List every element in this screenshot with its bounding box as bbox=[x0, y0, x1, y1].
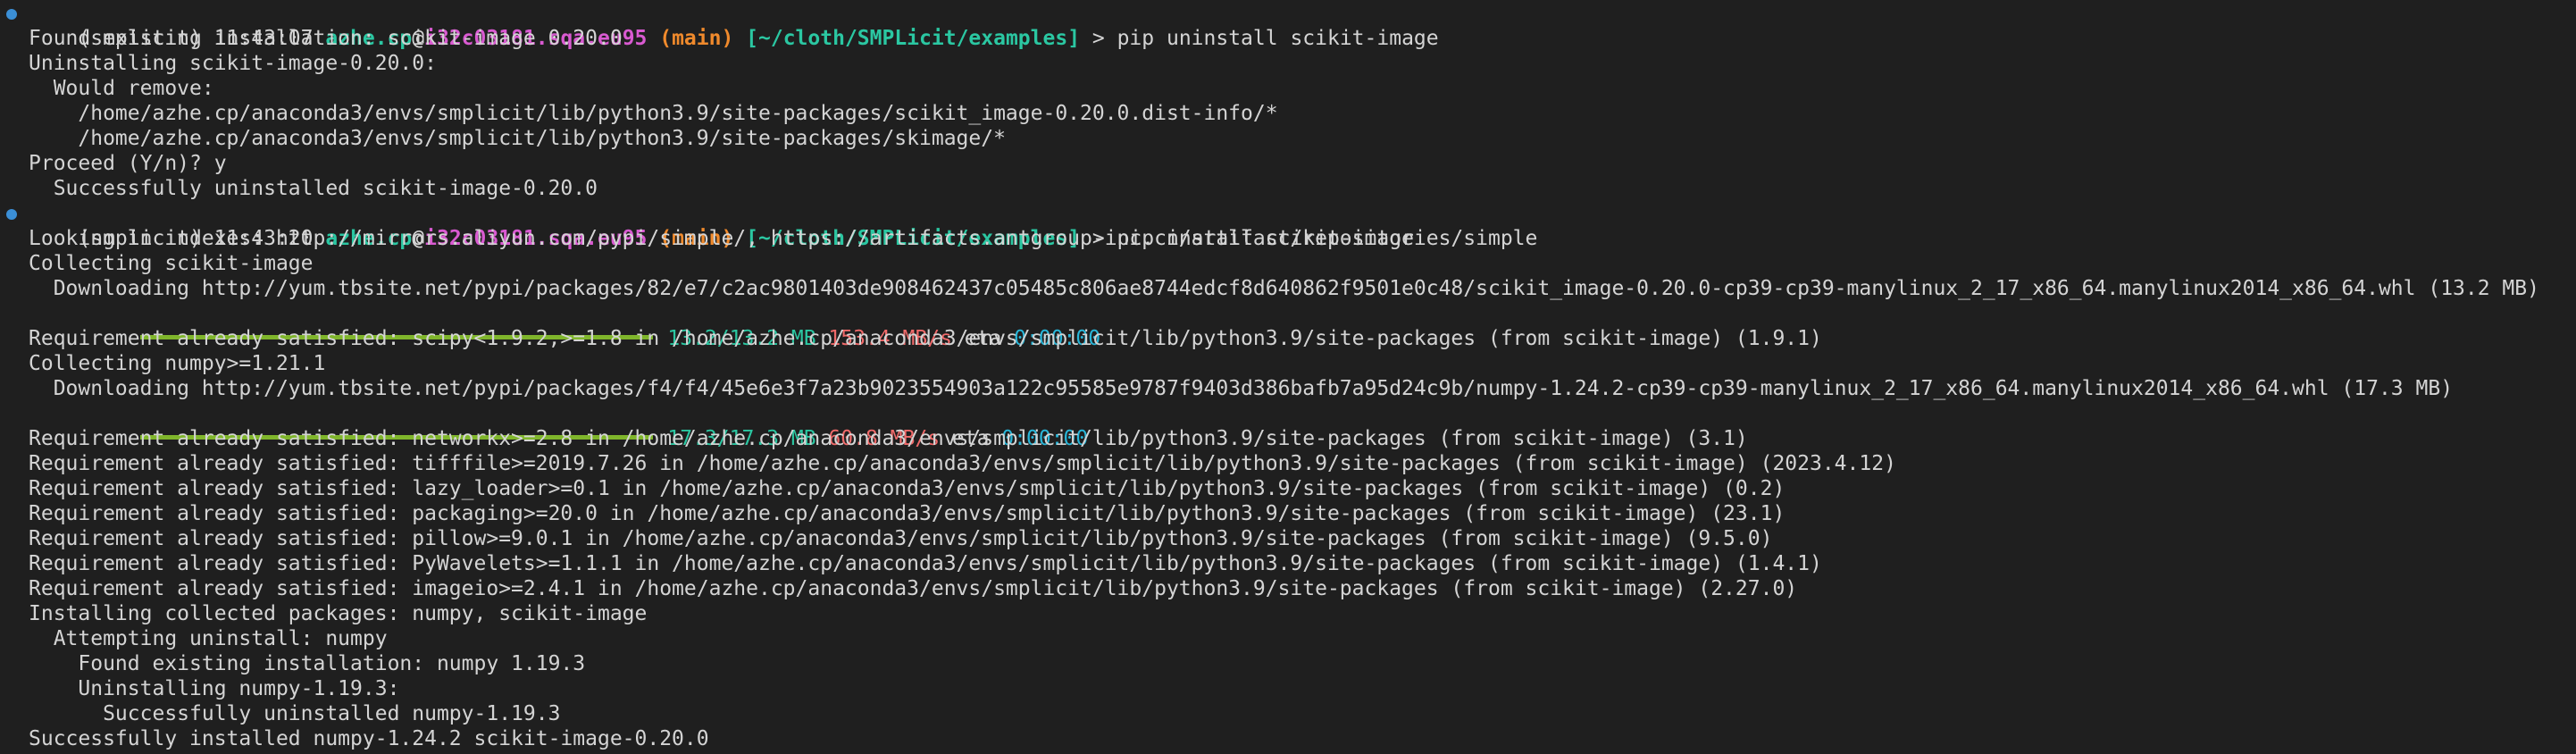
command-marker-icon[interactable] bbox=[6, 209, 17, 220]
output-line: Requirement already satisfied: packaging… bbox=[29, 502, 1786, 525]
output-line: Requirement already satisfied: lazy_load… bbox=[29, 477, 1786, 500]
output-line: Successfully uninstalled numpy-1.19.3 bbox=[29, 702, 561, 725]
output-line: Downloading http://yum.tbsite.net/pypi/p… bbox=[29, 277, 2539, 300]
output-line: Successfully installed numpy-1.24.2 scik… bbox=[29, 727, 709, 750]
output-line: Requirement already satisfied: PyWavelet… bbox=[29, 552, 1822, 575]
prompt-line: (smplicit) 11:43:07 azhe.cp@i32c03181.sq… bbox=[0, 1, 2576, 50]
output-line: Found existing installation: scikit-imag… bbox=[29, 27, 623, 50]
output-line: Attempting uninstall: numpy bbox=[29, 627, 388, 650]
output-line: /home/azhe.cp/anaconda3/envs/smplicit/li… bbox=[29, 127, 1006, 150]
output-line: Looking in indexes: http://mirrors.aliyu… bbox=[29, 227, 1538, 250]
terminal-window[interactable]: (smplicit) 11:43:07 azhe.cp@i32c03181.sq… bbox=[0, 0, 2576, 754]
output-line: Proceed (Y/n)? y bbox=[29, 152, 227, 175]
output-line: Requirement already satisfied: scipy<1.9… bbox=[29, 327, 1822, 350]
output-line: Successfully uninstalled scikit-image-0.… bbox=[29, 177, 598, 200]
output-line: Requirement already satisfied: tifffile>… bbox=[29, 452, 1896, 475]
output-line: Requirement already satisfied: imageio>=… bbox=[29, 577, 1798, 600]
output-line: Would remove: bbox=[29, 77, 214, 100]
command-marker-icon[interactable] bbox=[6, 9, 17, 20]
output-line: Uninstalling scikit-image-0.20.0: bbox=[29, 52, 437, 75]
output-line: Collecting scikit-image bbox=[29, 252, 314, 275]
output-line: Uninstalling numpy-1.19.3: bbox=[29, 677, 400, 700]
output-line: Collecting numpy>=1.21.1 bbox=[29, 352, 326, 375]
output-line: Requirement already satisfied: pillow>=9… bbox=[29, 527, 1773, 550]
progress-line: 17.3/17.3 MB 60.8 MB/s eta 0:00:00 bbox=[0, 401, 2576, 450]
output-line: Downloading http://yum.tbsite.net/pypi/p… bbox=[29, 377, 2454, 400]
progress-line: 13.2/13.2 MB 153.4 MB/s eta 0:00:00 bbox=[0, 301, 2576, 350]
output-line: /home/azhe.cp/anaconda3/envs/smplicit/li… bbox=[29, 102, 1278, 125]
output-line: Requirement already satisfied: networkx>… bbox=[29, 427, 1748, 450]
prompt-line: (smplicit) 11:43:20 azhe.cp@i32c03181.sq… bbox=[0, 201, 2576, 250]
output-line: Installing collected packages: numpy, sc… bbox=[29, 602, 648, 625]
output-line: Found existing installation: numpy 1.19.… bbox=[29, 652, 586, 675]
